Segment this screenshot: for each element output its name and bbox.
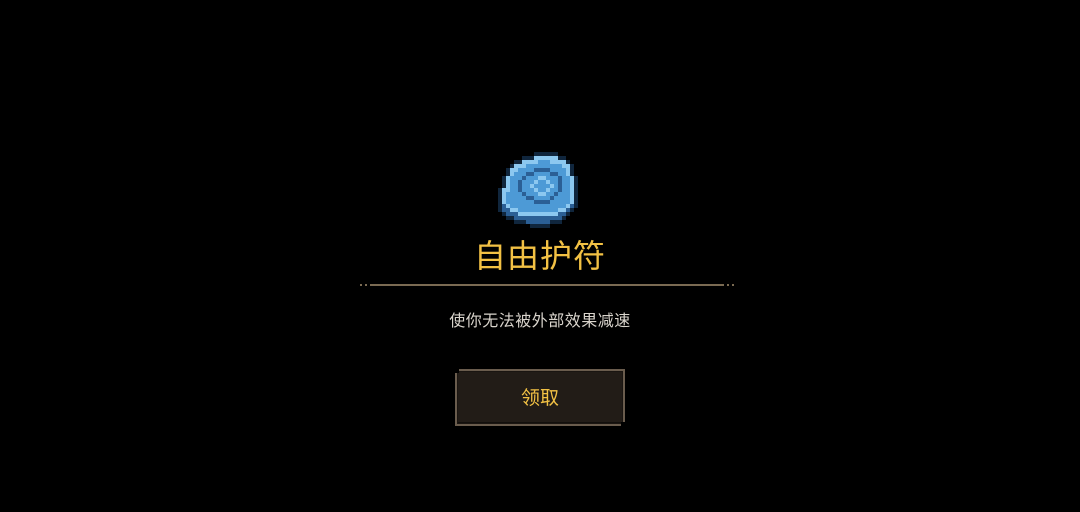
- claim-button[interactable]: 领取: [455, 369, 625, 426]
- freedom-amulet-icon: [498, 152, 582, 228]
- item-name: 自由护符: [473, 237, 606, 275]
- claim-button-label: 领取: [520, 387, 559, 409]
- item-description: 使你无法被外部效果减速: [449, 311, 631, 330]
- reward-screen: 自由护符 使你无法被外部效果减速 领取: [0, 0, 1080, 512]
- title-divider: [360, 283, 734, 287]
